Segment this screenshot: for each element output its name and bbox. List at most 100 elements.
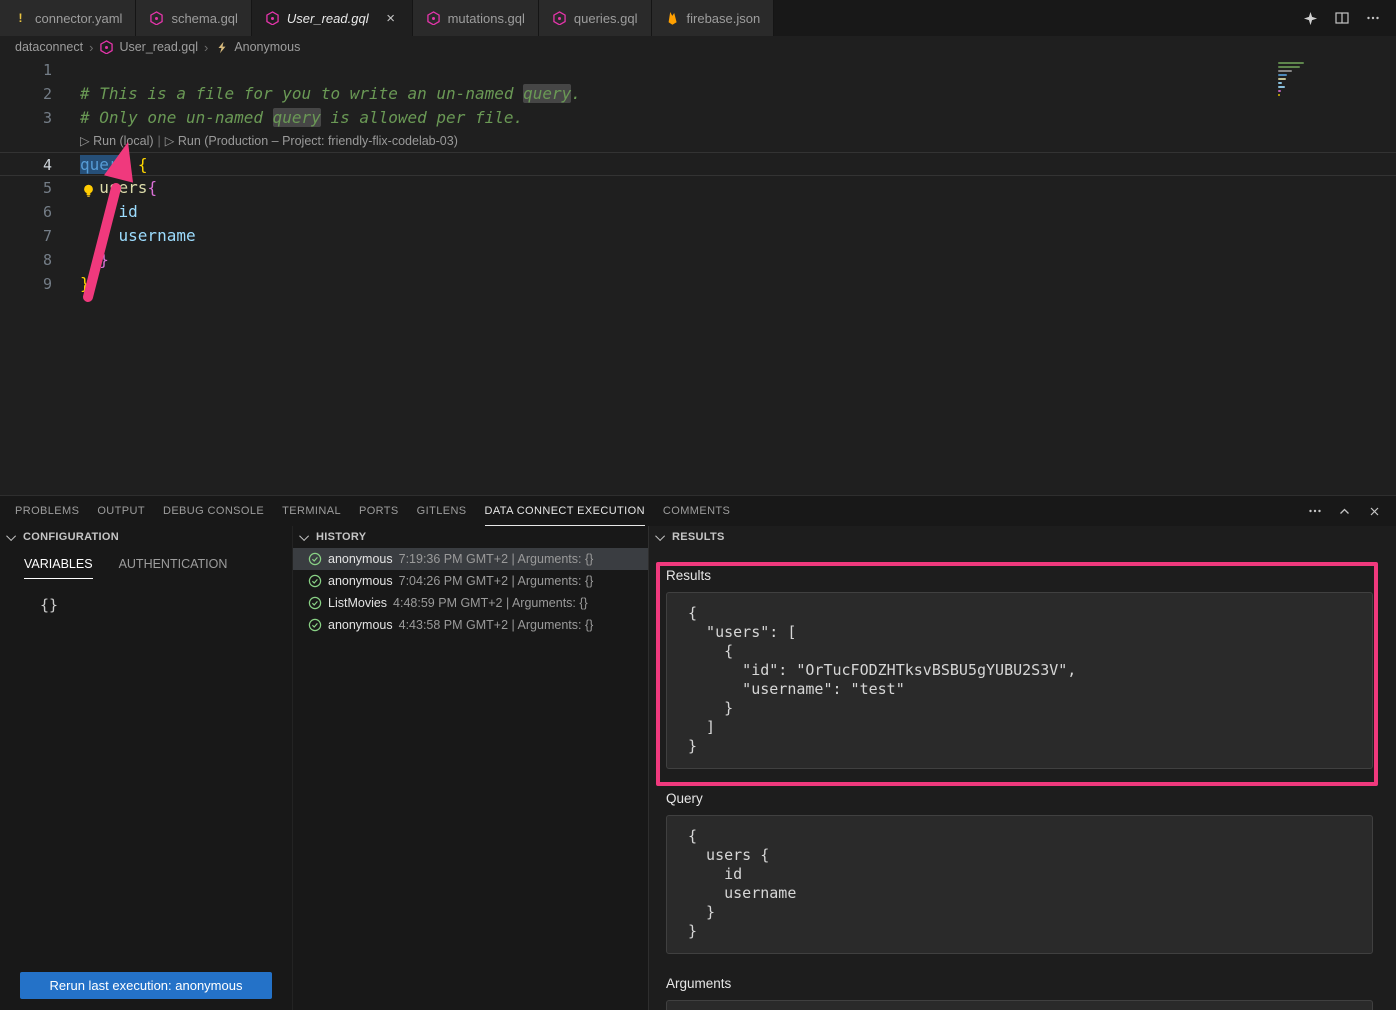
more-actions-icon[interactable] [1307,504,1322,519]
config-tab-authentication[interactable]: AUTHENTICATION [119,557,228,579]
graphql-icon [552,11,567,26]
run-local-link[interactable]: ▷ Run (local) [80,130,154,152]
code-token: # This is a file for you to write an un-… [80,84,523,103]
panel-action-icons [1307,496,1382,526]
tab-user-read-gql[interactable]: User_read.gql × [252,0,413,36]
tab-schema-gql[interactable]: schema.gql [136,0,251,36]
code-line-4[interactable]: 4query { [0,152,1396,176]
line-content: id [52,200,138,224]
breadcrumb-item-anonymous[interactable]: Anonymous [214,40,300,55]
run-production-link[interactable]: ▷ Run (Production – Project: friendly-fl… [165,130,458,152]
chevron-down-icon [299,531,309,541]
code-line-7[interactable]: 7 username [0,224,1396,248]
tab-label: connector.yaml [35,11,122,26]
panel-tab-ports[interactable]: PORTS [359,496,399,526]
panel-tabs: PROBLEMS OUTPUT DEBUG CONSOLE TERMINAL PORTS… [15,496,730,526]
breadcrumb-label: User_read.gql [119,40,198,54]
tab-connector-yaml[interactable]: !connector.yaml [0,0,136,36]
minimap[interactable] [1278,62,1312,96]
code-token: { [138,155,148,174]
tab-firebase-json[interactable]: firebase.json [652,0,775,36]
code-token: is allowed per file. [321,108,523,127]
tab-label: firebase.json [687,11,761,26]
panel-tab-output[interactable]: OUTPUT [97,496,145,526]
codelens-separator: | [158,130,161,152]
panel-tab-gitlens[interactable]: GITLENS [417,496,467,526]
tab-label: User_read.gql [287,11,369,26]
history-item-0[interactable]: anonymous7:19:36 PM GMT+2 | Arguments: {… [293,548,648,570]
history-item-2[interactable]: ListMovies4:48:59 PM GMT+2 | Arguments: … [293,592,648,614]
config-tab-variables[interactable]: VARIABLES [24,557,93,579]
history-item-detail: 7:04:26 PM GMT+2 | Arguments: {} [399,574,594,588]
line-number: 8 [0,248,52,272]
symbol-operation-icon [214,40,229,55]
history-item-1[interactable]: anonymous 7:04:26 PM GMT+2 | Arguments: {… [293,570,648,592]
code-token: { [147,178,157,197]
line-number: 4 [0,153,52,175]
line-content: } [52,272,90,296]
chevron-down-icon [655,531,665,541]
panel-tab-problems[interactable]: PROBLEMS [15,496,79,526]
close-icon[interactable] [1367,504,1382,519]
panel-tab-debug-console[interactable]: DEBUG CONSOLE [163,496,264,526]
history-item-name: anonymous [328,574,393,588]
editor-action-icons [774,0,1396,36]
tab-label: mutations.gql [448,11,525,26]
editor-tab-bar: !connector.yamlschema.gql User_read.gql × m… [0,0,1396,36]
line-number: 7 [0,224,52,248]
panel-tab-bar: PROBLEMS OUTPUT DEBUG CONSOLE TERMINAL PORTS… [0,496,1396,526]
history-title: HISTORY [316,531,366,543]
history-item-3[interactable]: anonymous4:43:58 PM GMT+2 | Arguments: {… [293,614,648,636]
query-code-box: { users { id username } } [666,815,1373,954]
code-token: # Only one un-named [80,108,273,127]
history-item-name: anonymous [328,618,393,632]
configuration-header[interactable]: CONFIGURATION [0,526,292,548]
line-content: users{ [52,176,157,200]
panel-tab-comments[interactable]: COMMENTS [663,496,730,526]
breadcrumb-separator: › [204,40,208,55]
code-line-1[interactable]: 1 [0,58,1396,82]
more-actions-icon[interactable] [1365,11,1380,26]
codelens: ▷ Run (local)|▷ Run (Production – Projec… [0,130,1396,152]
breadcrumb-item-dataconnect[interactable]: dataconnect [15,40,83,54]
code-token: } [99,250,109,269]
panel-tab-terminal[interactable]: TERMINAL [282,496,341,526]
code-line-2[interactable]: 2# This is a file for you to write an un… [0,82,1396,106]
check-circle-icon [308,618,322,632]
history-section: HISTORY anonymous7:19:36 PM GMT+2 | Argu… [292,526,648,1010]
code-token: query [80,155,128,174]
results-header[interactable]: RESULTS [649,526,1396,548]
code-line-3[interactable]: 3# Only one un-named query is allowed pe… [0,106,1396,130]
tab-queries-gql[interactable]: queries.gql [539,0,652,36]
code-editor[interactable]: 12# This is a file for you to write an u… [0,58,1396,495]
maximize-panel-icon[interactable] [1337,504,1352,519]
rerun-button[interactable]: Rerun last execution: anonymous [20,972,272,999]
code-line-6[interactable]: 6 id [0,200,1396,224]
history-header[interactable]: HISTORY [293,526,648,548]
editor-tabs: !connector.yamlschema.gql User_read.gql × m… [0,0,774,36]
panel-tab-data-connect-execution[interactable]: DATA CONNECT EXECUTION [485,496,645,526]
check-circle-icon [308,552,322,566]
results-json-box: { "users": [ { "id": "OrTucFODZHTksvBSBU… [666,592,1373,769]
code-token [80,250,99,269]
lightbulb-icon[interactable] [82,181,96,195]
tab-mutations-gql[interactable]: mutations.gql [413,0,539,36]
line-content: # This is a file for you to write an un-… [52,82,581,106]
copilot-icon[interactable] [1303,11,1318,26]
code-line-9[interactable]: 9} [0,272,1396,296]
graphql-icon [149,11,164,26]
code-line-5[interactable]: 5 users{ [0,176,1396,200]
line-number: 5 [0,176,52,200]
configuration-tabs: VARIABLES AUTHENTICATION [0,548,292,579]
code-token: username [119,226,196,245]
split-editor-icon[interactable] [1334,11,1349,26]
arguments-label: Arguments [666,976,1396,991]
code-line-8[interactable]: 8 } [0,248,1396,272]
variables-value: {} [40,596,292,614]
code-token: users [99,178,147,197]
close-tab-icon[interactable]: × [383,10,399,27]
history-item-detail: 7:19:36 PM GMT+2 | Arguments: {} [399,552,594,566]
line-content: username [52,224,196,248]
breadcrumb-item-user-read-gql[interactable]: User_read.gql [99,40,198,55]
line-content: query { [52,153,147,175]
